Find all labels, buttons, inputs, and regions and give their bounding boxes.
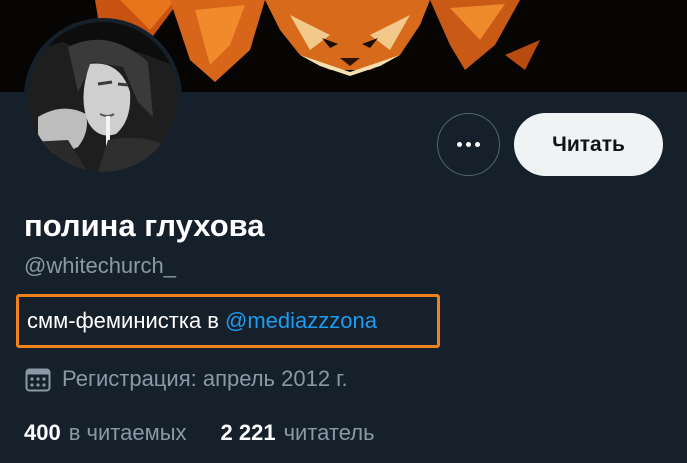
- following-link[interactable]: 400 в читаемых: [24, 420, 187, 446]
- avatar-photo: [28, 22, 178, 172]
- profile-stats: 400 в читаемых 2 221 читатель: [24, 418, 375, 448]
- following-count: 400: [24, 420, 61, 445]
- profile-bio: смм-феминистка в @mediazzzona: [16, 294, 440, 348]
- followers-label: читатель: [283, 420, 375, 445]
- followers-count: 2 221: [220, 420, 276, 445]
- join-date-text: Регистрация: апрель 2012 г.: [62, 366, 348, 391]
- follow-button[interactable]: Читать: [514, 113, 663, 176]
- profile-page: Читать полина глухова @whitechurch_ смм-…: [0, 0, 687, 463]
- calendar-icon: [25, 368, 51, 392]
- bio-mention-link[interactable]: @mediazzzona: [225, 308, 377, 334]
- bio-text: смм-феминистка в: [27, 308, 219, 333]
- user-handle: @whitechurch_: [24, 253, 176, 278]
- join-date: Регистрация: апрель 2012 г.: [24, 364, 348, 394]
- display-name: полина глухова: [24, 208, 265, 243]
- followers-link[interactable]: 2 221 читатель: [221, 420, 375, 446]
- more-horizontal-icon: [457, 142, 480, 147]
- more-options-button[interactable]: [437, 113, 500, 176]
- following-label: в читаемых: [68, 420, 187, 445]
- avatar[interactable]: [24, 18, 182, 176]
